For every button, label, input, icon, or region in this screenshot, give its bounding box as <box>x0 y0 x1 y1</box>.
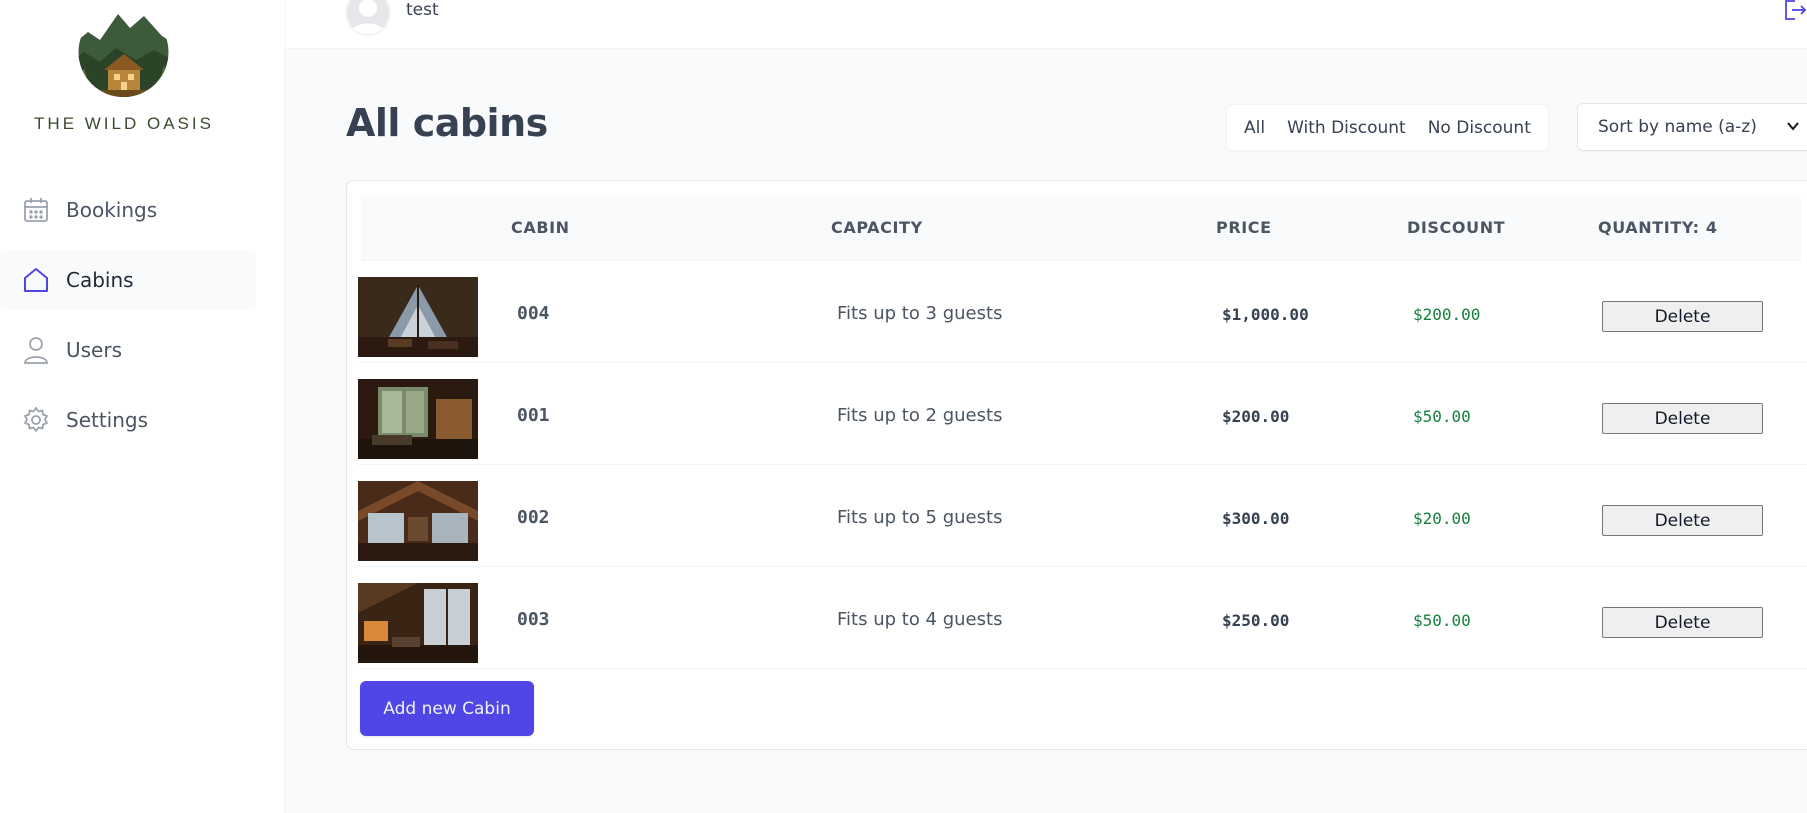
sidebar-item-label: Users <box>66 338 123 362</box>
sidebar-item-bookings[interactable]: Bookings <box>0 180 256 240</box>
username: test <box>406 0 439 20</box>
table-row: 004 Fits up to 3 guests $1,000.00 $200.0… <box>357 261 1807 363</box>
cabin-capacity: Fits up to 3 guests <box>837 303 1003 324</box>
filter-no-discount-button[interactable]: No Discount <box>1417 112 1542 144</box>
cabin-image <box>358 583 478 663</box>
cabin-capacity: Fits up to 5 guests <box>837 507 1003 528</box>
table-row: 002 Fits up to 5 guests $300.00 $20.00 D… <box>357 465 1807 567</box>
header: test <box>285 0 1807 49</box>
logout-icon[interactable] <box>1783 0 1807 20</box>
sidebar-item-settings[interactable]: Settings <box>0 390 256 450</box>
page-title: All cabins <box>346 101 548 145</box>
cabin-discount: $50.00 <box>1413 611 1471 630</box>
cabin-discount: $20.00 <box>1413 509 1471 528</box>
delete-cabin-button[interactable]: Delete <box>1602 607 1763 638</box>
delete-cabin-button[interactable]: Delete <box>1602 403 1763 434</box>
sidebar-item-users[interactable]: Users <box>0 320 256 380</box>
cabin-price: $1,000.00 <box>1222 305 1309 324</box>
cabin-image <box>358 277 478 357</box>
user-icon <box>22 336 50 364</box>
chevron-down-icon <box>1786 118 1800 138</box>
filter-all-button[interactable]: All <box>1233 112 1276 144</box>
delete-cabin-button[interactable]: Delete <box>1602 505 1763 536</box>
logo <box>66 10 181 97</box>
cabin-price: $250.00 <box>1222 611 1290 630</box>
discount-filter: All With Discount No Discount <box>1226 104 1549 151</box>
sidebar-item-label: Bookings <box>66 198 158 222</box>
table-row: 001 Fits up to 2 guests $200.00 $50.00 D… <box>357 363 1807 465</box>
cabin-name: 002 <box>517 507 550 528</box>
cabin-name: 003 <box>517 609 550 630</box>
cabin-name: 004 <box>517 303 550 324</box>
column-header-capacity: CAPACITY <box>831 218 923 237</box>
sidebar-item-label: Settings <box>66 408 149 432</box>
table-row: 003 Fits up to 4 guests $250.00 $50.00 D… <box>357 567 1807 669</box>
sort-select[interactable]: Sort by name (a-z) <box>1577 103 1807 151</box>
sidebar: THE WILD OASIS Bookings Cabins Users Set… <box>0 0 285 813</box>
cabin-name: 001 <box>517 405 550 426</box>
cabin-discount: $50.00 <box>1413 407 1471 426</box>
add-cabin-button[interactable]: Add new Cabin <box>360 681 534 736</box>
cabin-capacity: Fits up to 2 guests <box>837 405 1003 426</box>
sort-select-value: Sort by name (a-z) <box>1598 117 1757 137</box>
cabin-price: $200.00 <box>1222 407 1290 426</box>
delete-cabin-button[interactable]: Delete <box>1602 301 1763 332</box>
avatar[interactable] <box>345 0 391 36</box>
house-icon <box>22 266 50 294</box>
cabins-table: CABIN CAPACITY PRICE DISCOUNT QUANTITY: … <box>346 180 1807 750</box>
column-header-quantity: QUANTITY: 4 <box>1598 218 1718 237</box>
table-header: CABIN CAPACITY PRICE DISCOUNT QUANTITY: … <box>361 195 1801 261</box>
column-header-discount: DISCOUNT <box>1407 218 1506 237</box>
gear-icon <box>22 406 50 434</box>
cabin-capacity: Fits up to 4 guests <box>837 609 1003 630</box>
column-header-cabin: CABIN <box>511 218 570 237</box>
sidebar-item-cabins[interactable]: Cabins <box>0 250 256 310</box>
sidebar-item-label: Cabins <box>66 268 134 292</box>
cabin-image <box>358 379 478 459</box>
calendar-icon <box>22 196 50 224</box>
cabin-discount: $200.00 <box>1413 305 1481 324</box>
sidebar-nav: Bookings Cabins Users Settings <box>0 180 256 460</box>
cabin-price: $300.00 <box>1222 509 1290 528</box>
brand-name: THE WILD OASIS <box>34 114 214 133</box>
column-header-price: PRICE <box>1216 218 1272 237</box>
cabin-image <box>358 481 478 561</box>
filter-with-discount-button[interactable]: With Discount <box>1276 112 1417 144</box>
